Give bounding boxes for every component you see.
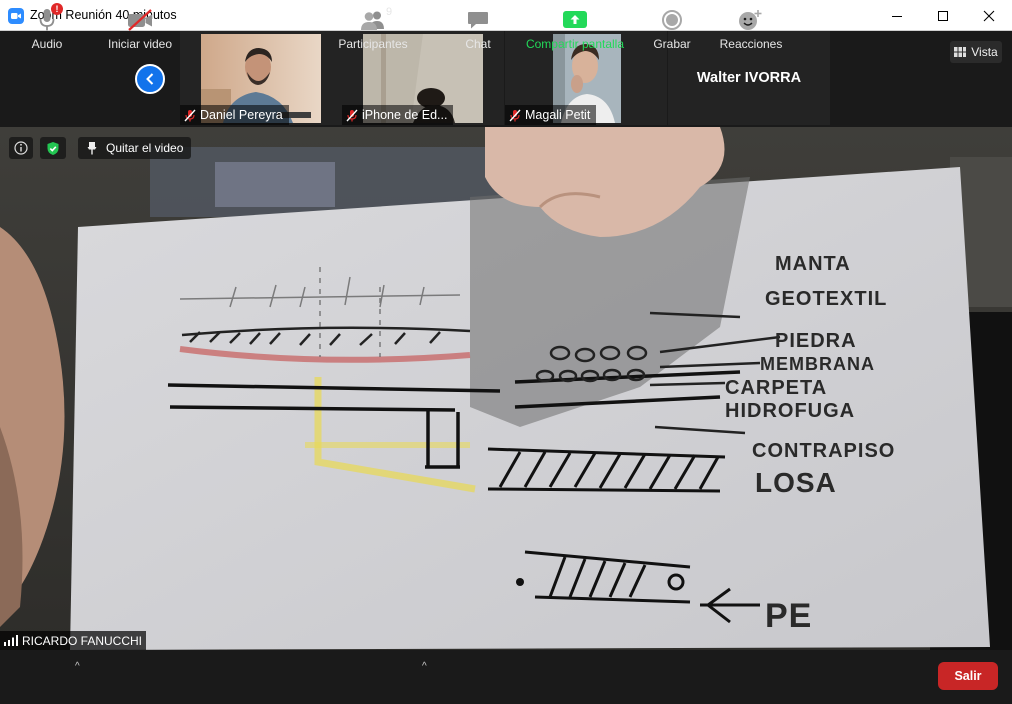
participant-name: iPhone de Ed... <box>362 108 448 122</box>
participant-name-tag: Daniel Pereyra <box>180 105 289 125</box>
mic-muted-icon <box>346 109 358 121</box>
view-button[interactable]: Vista <box>950 41 1002 63</box>
record-button[interactable]: Grabar <box>650 0 694 54</box>
strip-back-button[interactable] <box>135 64 165 94</box>
sketch-label: MANTA <box>775 253 851 275</box>
sketch-label: MEMBRANA <box>760 354 875 374</box>
record-icon <box>662 10 682 30</box>
sketch-label: PIEDRA <box>775 330 857 352</box>
video-off-icon <box>128 9 152 31</box>
sketch-label: GEOTEXTIL <box>765 288 887 310</box>
start-video-button[interactable]: Iniciar video <box>100 0 180 54</box>
participants-count: 9 <box>386 6 393 18</box>
participant-name-tag: Magali Petit <box>505 105 597 125</box>
leave-meeting-button[interactable]: Salir <box>938 662 998 690</box>
whiteboard-sketch: MANTA GEOTEXTIL PIEDRA MEMBRANA CARPETA … <box>0 127 1012 650</box>
audio-button[interactable]: ! Audio <box>27 0 67 54</box>
encryption-button[interactable] <box>40 137 66 159</box>
unpin-video-label: Quitar el video <box>106 141 184 155</box>
zoom-app-icon <box>8 8 24 24</box>
chevron-left-icon <box>146 73 154 85</box>
pin-icon <box>87 142 97 155</box>
maximize-button[interactable] <box>920 0 966 31</box>
reactions-label: Reacciones <box>719 37 783 51</box>
participant-name-tag: iPhone de Ed... <box>342 105 454 125</box>
active-speaker-name: RICARDO FANUCCHI <box>22 633 143 648</box>
meeting-toolbar <box>0 650 1012 704</box>
sketch-label: HIDROFUGA <box>725 400 855 422</box>
share-screen-icon <box>563 11 587 28</box>
grid-view-icon <box>954 46 967 57</box>
share-screen-label: Compartir pantalla <box>525 37 625 51</box>
chat-icon <box>468 12 488 29</box>
meeting-info-button[interactable] <box>9 137 33 159</box>
sketch-label: PE <box>765 597 812 635</box>
active-speaker-name-tag: RICARDO FANUCCHI <box>0 631 147 650</box>
minimize-button[interactable] <box>874 0 920 31</box>
participant-display-name: Walter IVORRA <box>696 70 802 86</box>
active-speaker-video: MANTA GEOTEXTIL PIEDRA MEMBRANA CARPETA … <box>0 127 1012 650</box>
audio-options-chevron-icon[interactable]: ^ <box>75 661 80 672</box>
unpin-video-button[interactable]: Quitar el video <box>78 137 192 159</box>
chat-button[interactable]: Chat <box>458 0 498 54</box>
participants-button[interactable]: 9 Participantes <box>335 0 411 54</box>
participants-options-chevron-icon[interactable]: ^ <box>422 661 427 672</box>
record-label: Grabar <box>653 37 691 51</box>
participants-label: Participantes <box>338 37 408 51</box>
close-button[interactable] <box>966 0 1012 31</box>
chat-label: Chat <box>465 37 491 51</box>
sketch-label: CONTRAPISO <box>752 440 895 462</box>
participant-name: Magali Petit <box>525 108 591 122</box>
sketch-label: LOSA <box>755 467 837 498</box>
shield-check-icon <box>47 141 59 155</box>
start-video-label: Iniciar video <box>107 37 173 51</box>
signal-strength-icon <box>4 635 18 646</box>
mic-muted-icon <box>509 109 521 121</box>
audio-warning-badge: ! <box>51 3 63 15</box>
reactions-button[interactable]: Reacciones <box>716 0 786 54</box>
smiley-add-icon <box>739 10 762 30</box>
view-button-label: Vista <box>971 45 998 59</box>
participants-icon <box>361 11 384 30</box>
share-screen-button[interactable]: Compartir pantalla <box>520 0 630 54</box>
sketch-label: CARPETA <box>725 377 827 399</box>
participant-tile-daniel[interactable]: Daniel Pereyra <box>180 31 342 125</box>
info-icon <box>14 141 28 155</box>
participant-name: Daniel Pereyra <box>200 108 283 122</box>
mic-muted-icon <box>184 109 196 121</box>
audio-label: Audio <box>31 37 63 51</box>
